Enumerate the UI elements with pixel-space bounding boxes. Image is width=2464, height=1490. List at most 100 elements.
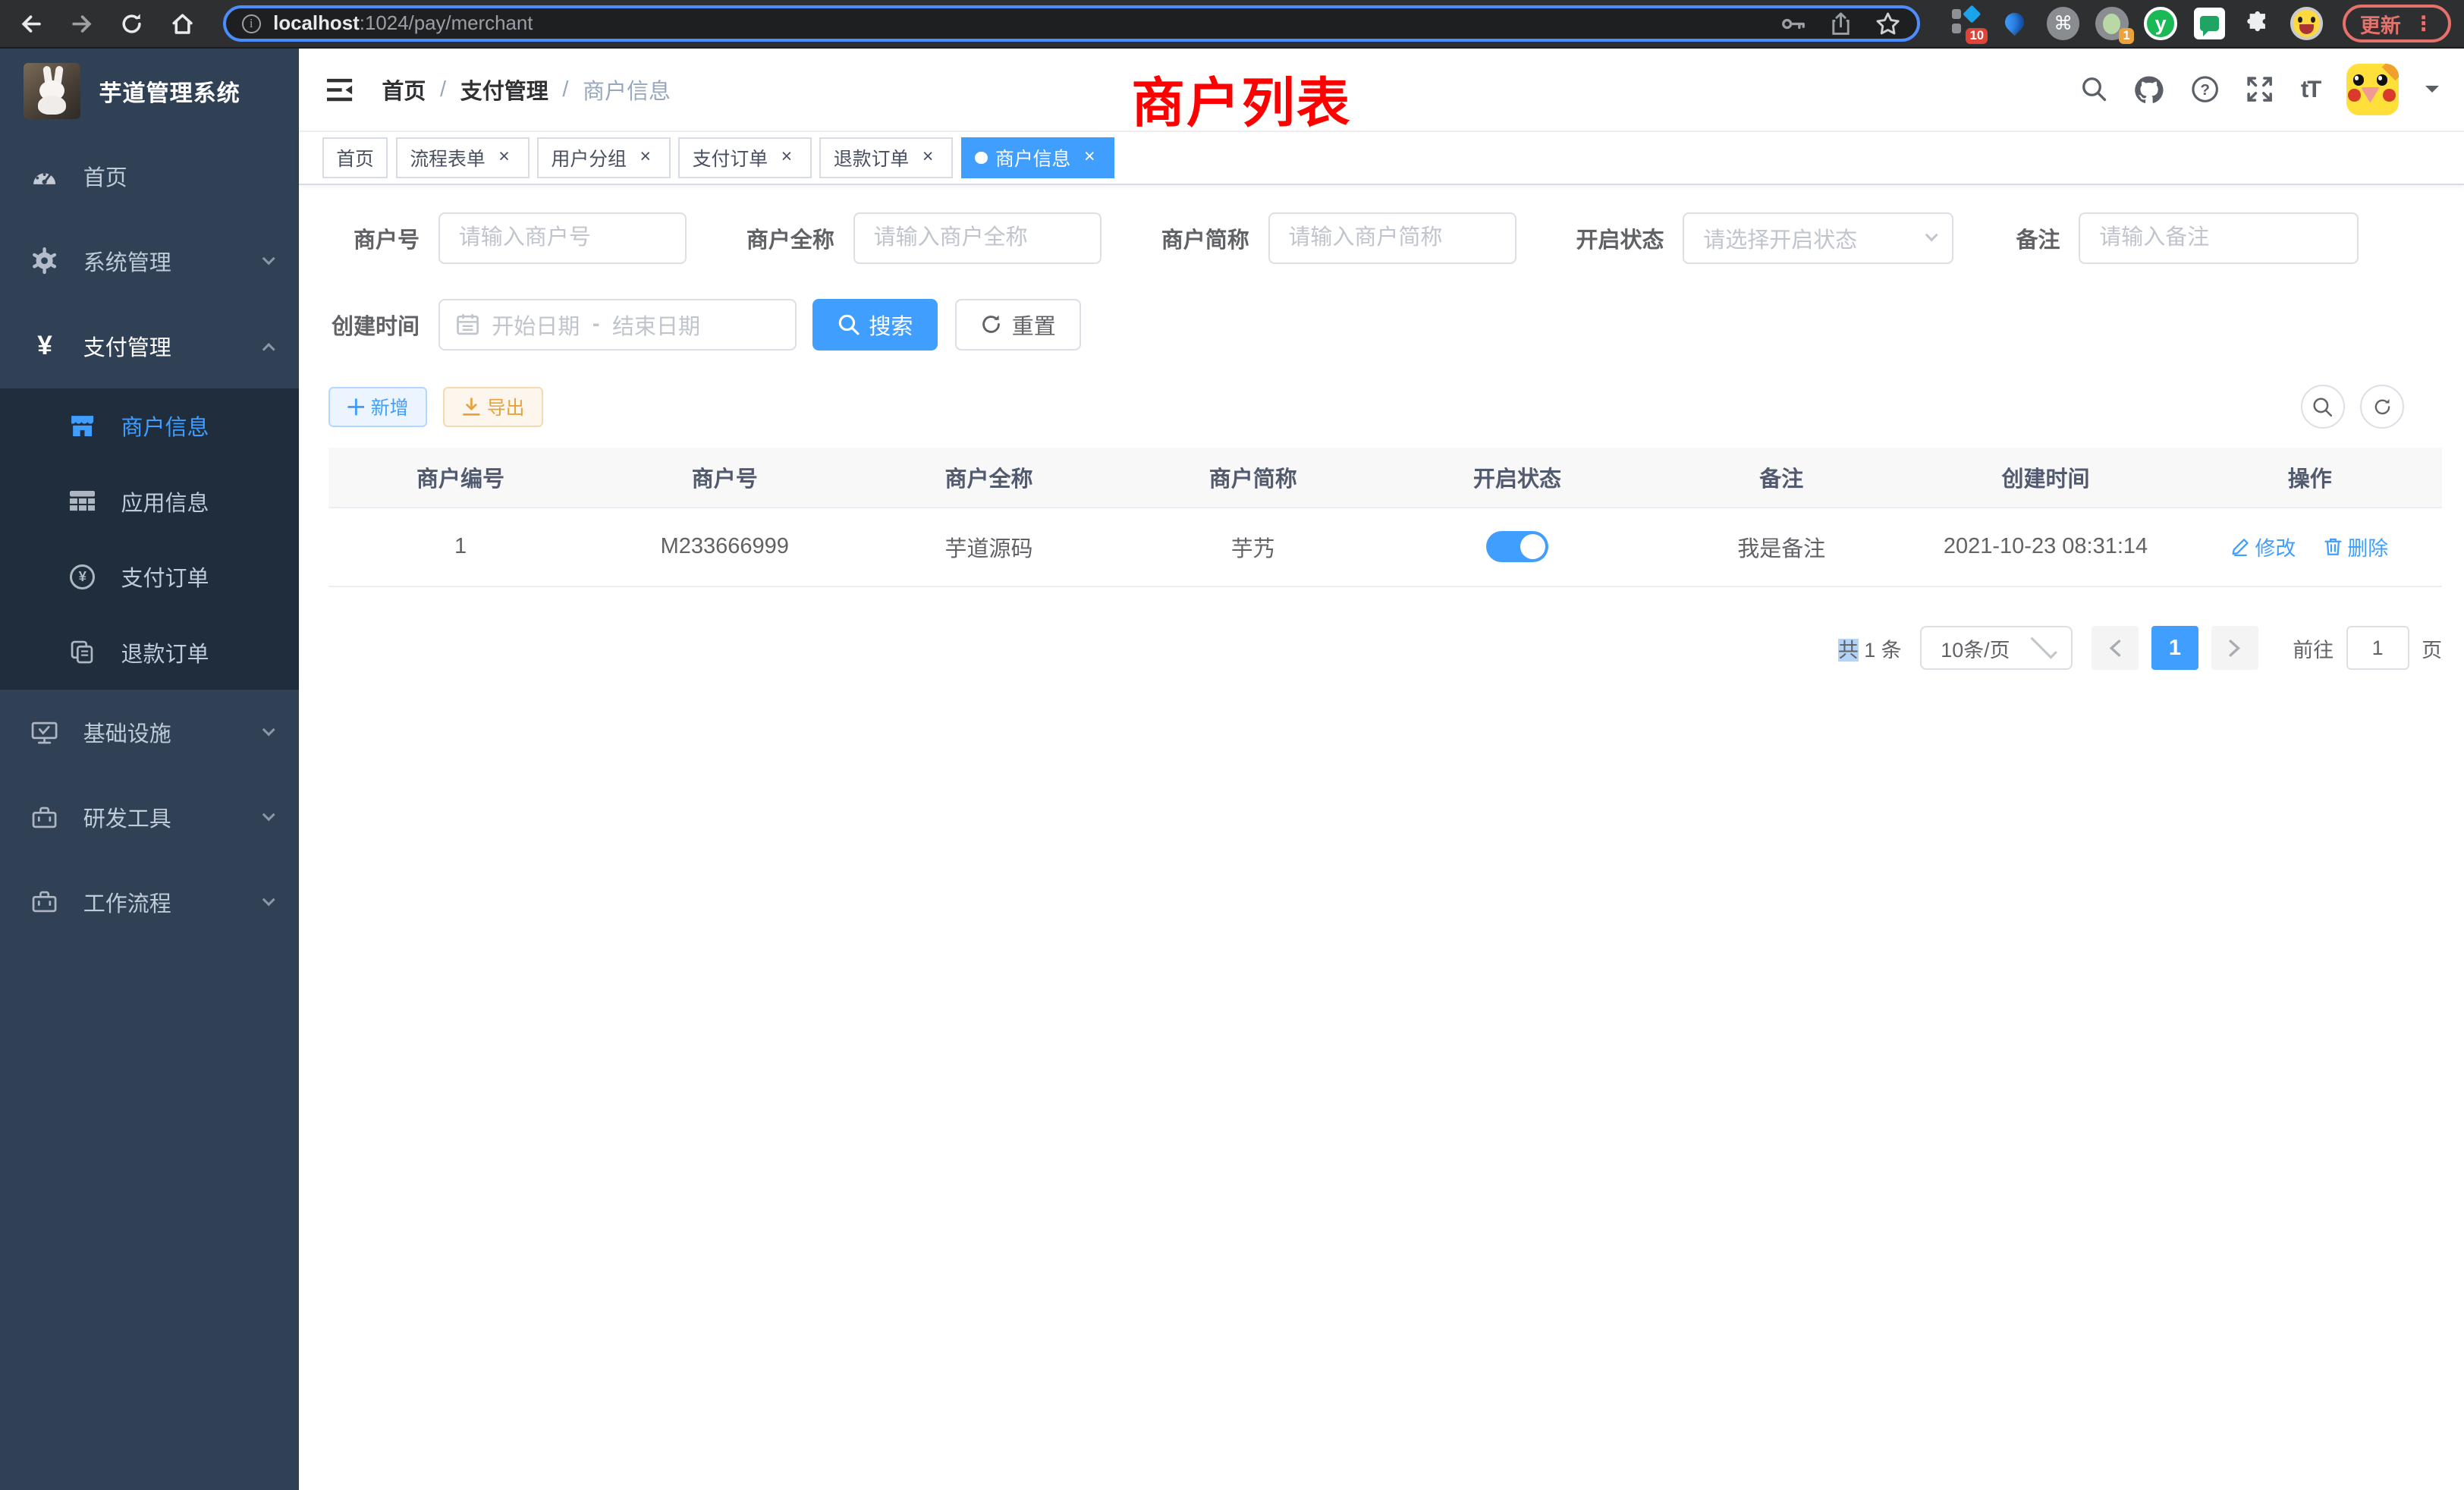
text-size-icon[interactable]: tT: [2301, 76, 2320, 103]
close-icon[interactable]: ×: [1079, 147, 1101, 169]
site-info-icon[interactable]: i: [242, 14, 261, 33]
extension-pin-icon[interactable]: [1997, 6, 2032, 41]
tab-merchant-info[interactable]: 商户信息×: [961, 137, 1115, 178]
yen-circle-icon: ¥: [69, 564, 96, 590]
search-label: 搜索: [869, 309, 913, 341]
breadcrumb-home[interactable]: 首页: [382, 74, 426, 105]
avatar-caret-icon[interactable]: [2425, 86, 2439, 99]
calendar-icon: [456, 313, 479, 336]
add-button[interactable]: 新增: [328, 387, 427, 428]
sidebar-item-app-info[interactable]: 应用信息: [0, 464, 299, 539]
sidebar-item-pay-order[interactable]: ¥ 支付订单: [0, 539, 299, 614]
extension-chat-icon[interactable]: [2192, 6, 2227, 41]
sidebar-item-home[interactable]: 首页: [0, 134, 299, 218]
breadcrumb-pay[interactable]: 支付管理: [460, 74, 548, 105]
extension-grid-icon[interactable]: 10: [1948, 6, 1983, 41]
sidebar-item-refund-order[interactable]: 退款订单: [0, 615, 299, 690]
toggle-search-button[interactable]: [2301, 385, 2345, 429]
status-select[interactable]: 请选择开启状态: [1683, 212, 1953, 264]
home-icon[interactable]: [163, 5, 201, 42]
page-number-1[interactable]: 1: [2151, 626, 2198, 670]
extension-y-icon[interactable]: y: [2143, 6, 2178, 41]
extension-command-icon[interactable]: ⌘: [2046, 6, 2081, 41]
col-header-merchant-no: 商户号: [592, 448, 856, 508]
short-name-input[interactable]: [1268, 212, 1516, 264]
next-page-button[interactable]: [2211, 626, 2258, 670]
extensions-zone: 10 ⌘ 1 y: [1942, 6, 2330, 41]
back-icon[interactable]: [13, 5, 51, 42]
date-range-input[interactable]: 开始日期 - 结束日期: [438, 299, 797, 350]
sidebar-item-infra[interactable]: 基础设施: [0, 690, 299, 775]
cell-full-name: 芋道源码: [856, 508, 1120, 586]
chrome-menu-icon[interactable]: ⋮: [2413, 12, 2434, 36]
address-bar[interactable]: i localhost:1024/pay/merchant: [223, 5, 1920, 42]
github-icon[interactable]: [2134, 75, 2164, 103]
tab-pay-order[interactable]: 支付订单×: [678, 137, 812, 178]
extension-profile-icon[interactable]: 1: [2095, 6, 2129, 41]
goto-page-input[interactable]: [2346, 626, 2409, 670]
share-icon[interactable]: [1829, 11, 1853, 36]
gear-icon: [31, 247, 58, 274]
sidebar-item-workflow[interactable]: 工作流程: [0, 860, 299, 945]
reset-button[interactable]: 重置: [955, 299, 1081, 350]
cell-remark: 我是备注: [1649, 508, 1913, 586]
url-text[interactable]: localhost:1024/pay/merchant: [273, 13, 1768, 35]
status-toggle[interactable]: [1486, 531, 1549, 562]
sidebar-item-label: 支付管理: [83, 330, 239, 362]
filter-label-short-name: 商户简称: [1139, 222, 1268, 254]
total-rest: 1 条: [1859, 639, 1902, 662]
start-date-placeholder[interactable]: 开始日期: [492, 309, 580, 341]
password-key-icon[interactable]: [1780, 13, 1807, 35]
monitor-icon: [31, 719, 58, 746]
help-question-icon[interactable]: ?: [2191, 75, 2219, 103]
merchant-no-input[interactable]: [438, 212, 687, 264]
remark-input[interactable]: [2079, 212, 2359, 264]
page-unit-label: 页: [2422, 633, 2442, 663]
sidebar-collapse-icon[interactable]: [327, 78, 354, 102]
edit-link[interactable]: 修改: [2231, 532, 2296, 561]
prev-page-button[interactable]: [2092, 626, 2139, 670]
delete-link[interactable]: 删除: [2324, 532, 2388, 561]
user-avatar[interactable]: [2346, 64, 2398, 115]
sidebar-item-system[interactable]: 系统管理: [0, 218, 299, 303]
sidebar-item-devtools[interactable]: 研发工具: [0, 775, 299, 860]
breadcrumb-separator: /: [440, 77, 446, 102]
browser-profile-avatar[interactable]: [2290, 6, 2324, 41]
tab-home[interactable]: 首页: [322, 137, 388, 178]
sidebar-item-label: 支付订单: [121, 561, 209, 593]
cell-short-name: 芋艿: [1121, 508, 1385, 586]
tab-process-form[interactable]: 流程表单×: [396, 137, 530, 178]
full-name-input[interactable]: [853, 212, 1102, 264]
tab-user-group[interactable]: 用户分组×: [537, 137, 671, 178]
sidebar-item-pay[interactable]: ¥ 支付管理: [0, 303, 299, 388]
tab-label: 首页: [336, 144, 374, 171]
bookmark-star-icon[interactable]: [1875, 11, 1901, 37]
tags-view-bar: 首页 流程表单× 用户分组× 支付订单× 退款订单 × 商户信息×: [299, 132, 2464, 185]
close-icon[interactable]: ×: [775, 147, 797, 169]
forward-icon[interactable]: [63, 5, 101, 42]
end-date-placeholder[interactable]: 结束日期: [612, 309, 700, 341]
extensions-puzzle-icon[interactable]: [2241, 6, 2276, 41]
tab-label: 退款订单: [834, 144, 909, 171]
close-icon[interactable]: ×: [493, 147, 515, 169]
tab-refund-order[interactable]: 退款订单 ×: [819, 137, 953, 178]
filter-label-remark: 备注: [1991, 222, 2079, 254]
export-button[interactable]: 导出: [443, 387, 543, 428]
page-size-select[interactable]: 10条/页: [1920, 626, 2073, 670]
close-icon[interactable]: ×: [634, 147, 656, 169]
col-header-remark: 备注: [1649, 448, 1913, 508]
refresh-table-button[interactable]: [2360, 385, 2404, 429]
app-logo[interactable]: 芋道管理系统: [0, 49, 299, 134]
browser-update-button[interactable]: 更新 ⋮: [2343, 5, 2451, 42]
chevron-down-icon: [262, 723, 275, 737]
edit-label: 修改: [2255, 532, 2296, 561]
fullscreen-icon[interactable]: [2246, 75, 2274, 103]
sidebar-item-merchant-info[interactable]: 商户信息: [0, 388, 299, 464]
table-row: 1 M233666999 芋道源码 芋艿 我是备注 2021-10-23 08:…: [328, 508, 2442, 586]
close-icon[interactable]: ×: [917, 147, 939, 169]
reload-icon[interactable]: [113, 5, 151, 42]
chevron-down-icon: [2031, 632, 2058, 659]
header-search-icon[interactable]: [2081, 76, 2107, 102]
search-button[interactable]: 搜索: [812, 299, 938, 350]
sidebar-item-label: 研发工具: [83, 801, 239, 833]
